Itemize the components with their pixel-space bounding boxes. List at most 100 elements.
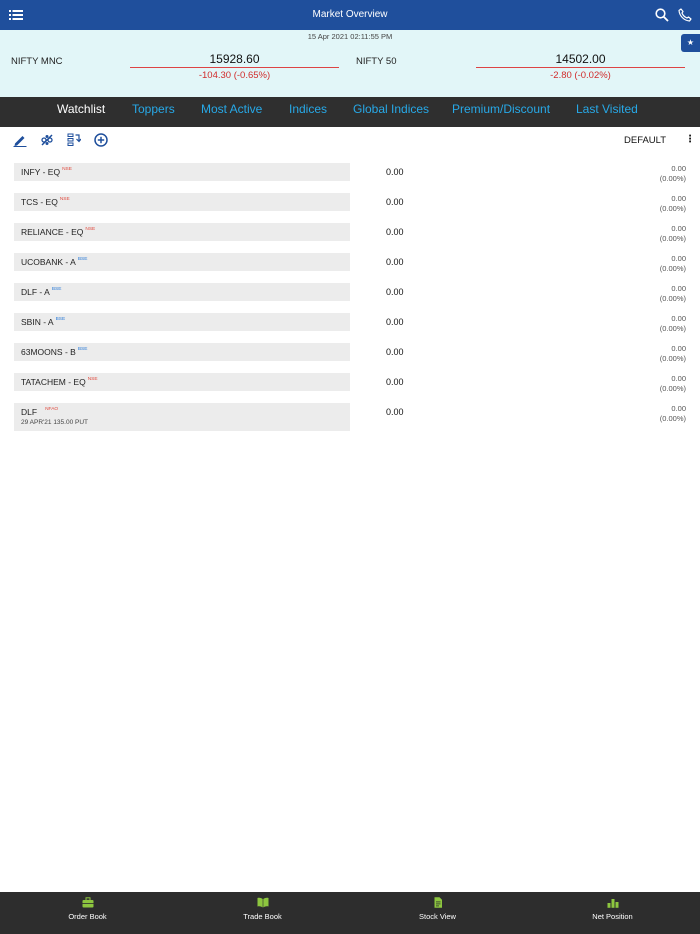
- index-name-nifty-50[interactable]: NIFTY 50: [356, 56, 396, 67]
- reorder-icon[interactable]: [40, 133, 54, 147]
- nav-trade-book[interactable]: Trade Book: [175, 892, 350, 934]
- symbol-name: TATACHEM: [21, 377, 66, 387]
- change-percent: (0.00%): [659, 323, 686, 333]
- sort-icon[interactable]: [67, 133, 81, 147]
- change-value: 0.00: [671, 164, 686, 173]
- symbol-cell: DLF NFAO 29 APR'21 135.00 PUT: [14, 403, 350, 431]
- exchange-badge: BSE: [77, 347, 88, 352]
- symbol-name: DLF: [21, 287, 38, 297]
- watchlist-name-selector[interactable]: DEFAULT: [624, 135, 666, 146]
- change-percent: (0.00%): [659, 263, 686, 273]
- symbol-cell: UCOBANK - A BSE: [14, 253, 350, 271]
- change-value: 0.00: [671, 374, 686, 383]
- price-change: 0.00 (0.00%): [660, 374, 686, 393]
- app-bar: Market Overview: [0, 0, 700, 30]
- symbol-name: INFY: [21, 167, 41, 177]
- symbol-series: - B: [62, 347, 76, 357]
- exchange-badge: NFAO: [45, 407, 59, 412]
- change-percent: (0.00%): [659, 413, 686, 423]
- change-value: 0.00: [671, 284, 686, 293]
- symbol-cell: TCS - EQ NSE: [14, 193, 350, 211]
- change-value: 0.00: [671, 254, 686, 263]
- last-traded-price: 0.00: [386, 347, 404, 357]
- exchange-badge: NSE: [59, 197, 70, 202]
- change-value: 0.00: [671, 404, 686, 413]
- index-value-nifty-mnc[interactable]: 15928.60: [130, 52, 339, 68]
- tab-watchlist[interactable]: Watchlist: [57, 97, 105, 127]
- change-percent: (0.00%): [659, 353, 686, 363]
- favorites-tab[interactable]: ★: [681, 34, 700, 52]
- market-timestamp: 15 Apr 2021 02:11:55 PM: [307, 32, 393, 41]
- book-icon: [257, 897, 268, 908]
- last-traded-price: 0.00: [386, 227, 404, 237]
- change-percent: (0.00%): [659, 173, 686, 183]
- index-value-nifty-50[interactable]: 14502.00: [476, 52, 685, 68]
- change-value: 0.00: [671, 194, 686, 203]
- symbol-series: - EQ: [38, 197, 58, 207]
- last-traded-price: 0.00: [386, 377, 404, 387]
- star-icon: ★: [686, 38, 695, 47]
- symbol-series: - EQ: [40, 167, 61, 177]
- symbol-series: - EQ: [63, 227, 84, 237]
- symbol-name: DLF: [21, 407, 38, 417]
- change-value: 0.00: [671, 314, 686, 323]
- change-percent: (0.00%): [659, 383, 686, 393]
- exchange-badge: BSE: [77, 257, 88, 262]
- search-icon[interactable]: [655, 8, 669, 22]
- index-change-nifty-50: -2.80 (-0.02%): [550, 70, 611, 81]
- change-percent: (0.00%): [659, 203, 686, 213]
- exchange-badge: NSE: [85, 227, 96, 232]
- symbol-cell: DLF - A BSE: [14, 283, 350, 301]
- symbol-series: - A: [63, 257, 76, 267]
- symbol-name: UCOBANK: [21, 257, 64, 267]
- symbol-name: RELIANCE: [21, 227, 64, 237]
- market-index-strip: 15 Apr 2021 02:11:55 PM NIFTY MNC 15928.…: [0, 30, 700, 97]
- tab-premium-discount[interactable]: Premium/Discount: [452, 97, 550, 127]
- document-icon: [434, 897, 442, 908]
- add-circle-icon[interactable]: [94, 133, 108, 147]
- symbol-cell: 63MOONS - B BSE: [14, 343, 350, 361]
- tab-most-active[interactable]: Most Active: [201, 97, 262, 127]
- exchange-badge: NSE: [62, 167, 72, 172]
- last-traded-price: 0.00: [386, 287, 404, 297]
- nav-label: Net Position: [592, 912, 633, 921]
- exchange-badge: NSE: [87, 377, 98, 382]
- tab-indices[interactable]: Indices: [289, 97, 327, 127]
- last-traded-price: 0.00: [386, 317, 404, 327]
- symbol-cell: RELIANCE - EQ NSE: [14, 223, 350, 241]
- index-name-nifty-mnc[interactable]: NIFTY MNC: [11, 56, 63, 67]
- change-percent: (0.00%): [659, 233, 686, 243]
- price-change: 0.00 (0.00%): [660, 164, 686, 183]
- phone-icon[interactable]: [678, 8, 692, 22]
- nav-label: Order Book: [68, 912, 107, 921]
- price-change: 0.00 (0.00%): [660, 314, 686, 333]
- symbol-series: - A: [40, 317, 54, 327]
- price-change: 0.00 (0.00%): [660, 344, 686, 363]
- change-percent: (0.00%): [659, 293, 686, 303]
- tab-global-indices[interactable]: Global Indices: [353, 97, 429, 127]
- symbol-name: TCS: [21, 197, 38, 207]
- nav-order-book[interactable]: Order Book: [0, 892, 175, 934]
- symbol-name: 63MOONS: [21, 347, 63, 357]
- kebab-menu-icon[interactable]: ⋮: [685, 134, 695, 145]
- nav-stock-view[interactable]: Stock View: [350, 892, 525, 934]
- last-traded-price: 0.00: [386, 407, 404, 417]
- edit-icon[interactable]: [13, 133, 27, 147]
- bar-chart-icon: [607, 899, 618, 908]
- last-traded-price: 0.00: [386, 167, 404, 177]
- exchange-badge: BSE: [55, 317, 66, 322]
- price-change: 0.00 (0.00%): [660, 194, 686, 213]
- page-title: Market Overview: [312, 9, 388, 20]
- tab-toppers[interactable]: Toppers: [132, 97, 175, 127]
- last-traded-price: 0.00: [386, 197, 404, 207]
- symbol-name: SBIN: [21, 317, 41, 327]
- change-value: 0.00: [671, 224, 686, 233]
- symbol-series: - EQ: [65, 377, 86, 387]
- price-change: 0.00 (0.00%): [660, 284, 686, 303]
- watchlist-toolbar: DEFAULT ⋮: [0, 127, 700, 153]
- contract-details: 29 APR'21 135.00 PUT: [21, 419, 89, 426]
- nav-net-position[interactable]: Net Position: [525, 892, 700, 934]
- nav-label: Stock View: [419, 912, 456, 921]
- change-value: 0.00: [671, 344, 686, 353]
- tab-last-visited[interactable]: Last Visited: [576, 97, 638, 127]
